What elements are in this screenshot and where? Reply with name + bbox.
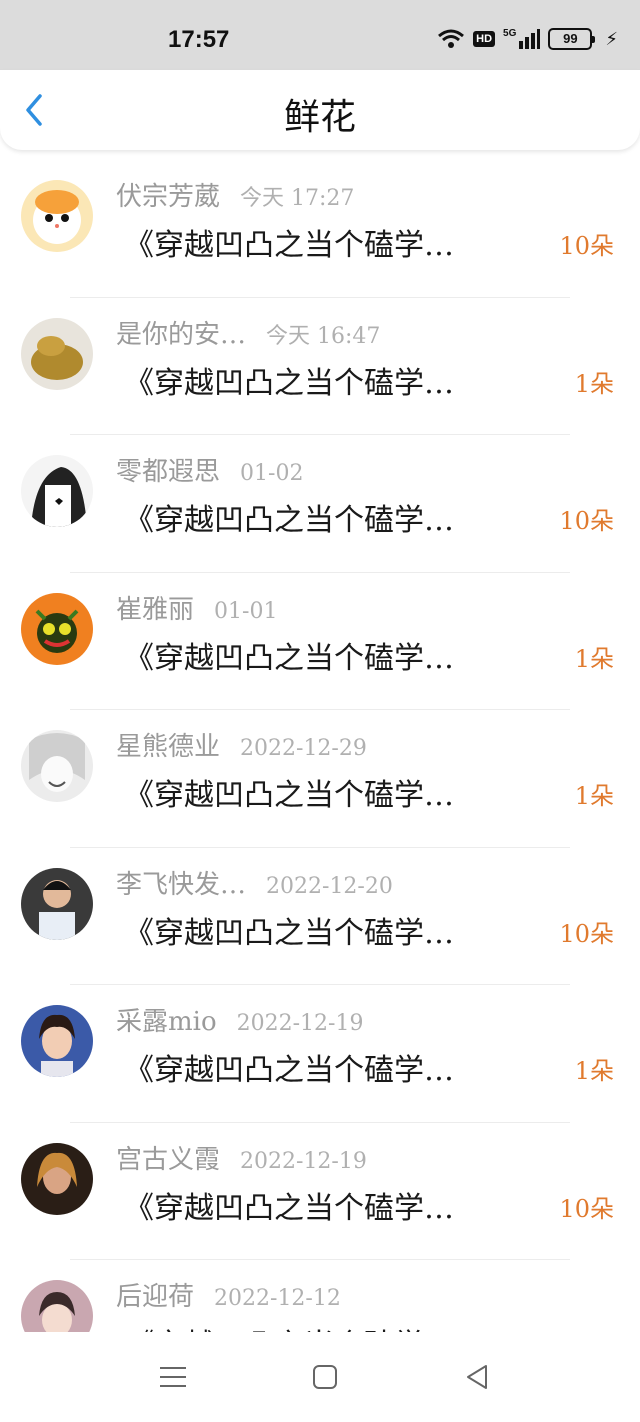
list-item[interactable]: 崔雅丽 01-01 《穿越凹凸之当个磕学… 1朵 [0,573,640,710]
sender-name: 崔雅丽 [116,594,195,625]
flower-list[interactable]: 伏宗芳葳 今天 17:27 《穿越凹凸之当个磕学… 10朵 是你的安… 今天 16:… [0,160,640,1332]
avatar[interactable] [21,317,93,390]
avatar[interactable] [21,1280,93,1332]
system-nav-bar [0,1332,640,1422]
flower-count: 10朵 [559,1194,614,1223]
back-nav-button[interactable] [462,1362,492,1392]
message-meta: 崔雅丽 01-01 [116,589,277,626]
list-item[interactable]: 后迎荷2022-12-12 《穿越凹凸之当个磕学… 1朵 [0,1260,640,1332]
flower-count: 10朵 [559,507,614,535]
battery-level: 99 [548,28,593,50]
list-item[interactable]: 是你的安… 今天 16:47 《穿越凹凸之当个磕学… 1朵 [0,298,640,435]
status-time: 17:57 [168,26,230,53]
flower-count: 1朵 [574,369,614,398]
message-preview: 《穿越凹凸之当个磕学… [124,778,454,813]
message-time: 01-01 [214,598,278,624]
sender-name: 零都遐思 [116,457,221,487]
list-item[interactable]: 零都遐思 01-02 《穿越凹凸之当个磕学… 10朵 [0,435,640,573]
menu-button[interactable] [158,1362,188,1392]
hd-badge: HD [473,31,496,47]
home-button[interactable] [310,1362,340,1392]
flower-count: 1朵 [574,644,614,673]
sender-name: 后迎荷 [116,1282,195,1312]
flower-count: 1朵 [574,1057,614,1085]
list-item[interactable]: 星熊德业 2022-12-29 《穿越凹凸之当个磕学… 1朵 [0,710,640,848]
list-item[interactable]: 伏宗芳葳 今天 17:27 《穿越凹凸之当个磕学… 10朵 [0,160,640,298]
message-preview: 《穿越凹凸之当个磕学… [124,915,454,951]
battery-tip [592,35,596,43]
message-time: 今天 16:47 [266,323,381,349]
status-bar: 17:57 HD 5G 99 ⚡ [0,0,640,70]
avatar[interactable] [21,730,93,802]
message-meta: 李飞快发… 2022-12-20 [116,864,393,901]
message-preview: 《穿越凹凸之当个磕学… [124,1053,454,1088]
page-title: 鲜花 [283,97,356,138]
message-time: 2022-12-19 [236,1011,364,1036]
sender-name: 伏宗芳葳 [116,182,221,212]
wifi-icon [438,29,465,48]
back-triangle-icon [467,1365,487,1389]
flower-count: 1朵 [574,782,614,810]
menu-icon [160,1367,186,1387]
status-icons: HD 5G 99 ⚡ [437,28,618,50]
message-preview: 《穿越凹凸之当个磕学… [124,228,454,263]
message-meta: 伏宗芳葳 今天 17:27 [116,176,354,213]
network-type: 5G [503,27,517,39]
flower-count: 10朵 [559,232,614,260]
avatar[interactable] [21,455,93,527]
sender-name: 是你的安… [116,319,247,350]
message-preview: 《穿越凹凸之当个磕学… [124,503,454,538]
message-meta: 星熊德业 2022-12-29 [116,726,367,763]
message-time: 2022-12-29 [240,736,367,761]
charging-icon: ⚡ [605,28,618,50]
list-item[interactable]: 采露mio 2022-12-19 《穿越凹凸之当个磕学… 1朵 [0,985,640,1123]
sender-name: 采露mio [116,1007,217,1037]
list-item[interactable]: 宫古义霞 2022-12-19 《穿越凹凸之当个磕学… 10朵 [0,1123,640,1260]
message-preview: 《穿越凹凸之当个磕学… [124,1190,454,1226]
message-meta: 宫古义霞 2022-12-19 [116,1139,367,1176]
battery-indicator: 99 [548,28,596,50]
message-preview: 《穿越凹凸之当个磕学… [124,1320,454,1332]
header: 鲜花 [0,70,640,150]
message-time: 2022-12-12 [214,1286,341,1311]
message-meta: 是你的安… 今天 16:47 [116,314,380,351]
avatar[interactable] [21,180,93,252]
home-icon [313,1365,337,1389]
sender-name: 星熊德业 [116,732,221,762]
message-time: 今天 17:27 [240,186,355,211]
avatar[interactable] [21,1005,93,1077]
message-preview: 《穿越凹凸之当个磕学… [124,365,454,401]
sender-name: 宫古义霞 [116,1144,221,1175]
message-meta: 后迎荷 2022-12-12 [116,1276,341,1313]
sender-name: 李飞快发… [116,869,247,900]
list-item[interactable]: 李飞快发… 2022-12-20 《穿越凹凸之当个磕学… 10朵 [0,848,640,985]
message-time: 2022-12-20 [266,873,393,899]
avatar[interactable] [21,867,93,940]
message-meta: 零都遐思 01-02 [116,451,303,488]
avatar[interactable] [21,1142,93,1215]
avatar[interactable] [21,592,93,665]
message-meta: 采露mio 2022-12-19 [116,1001,363,1038]
flower-count: 10朵 [559,919,614,948]
message-time: 01-02 [240,461,304,486]
message-preview: 《穿越凹凸之当个磕学… [124,640,454,676]
signal-icon [519,29,541,49]
message-time: 2022-12-19 [240,1148,367,1174]
